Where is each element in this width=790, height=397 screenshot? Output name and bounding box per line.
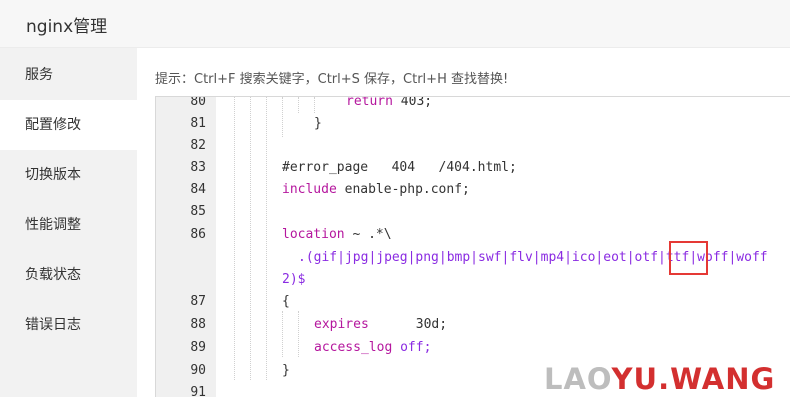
- code-line-80: return 403;: [346, 96, 433, 113]
- indent-guide: [234, 97, 235, 380]
- sidebar-item-service[interactable]: 服务: [0, 50, 137, 100]
- line-number: 88: [190, 317, 206, 332]
- sidebar-item-performance[interactable]: 性能调整: [0, 200, 137, 250]
- code-line-86-wrap-2: 2)$: [282, 272, 306, 287]
- line-number: 89: [190, 340, 206, 355]
- code-token: return: [346, 96, 393, 109]
- line-number: 80: [190, 96, 206, 109]
- code-token: expires: [314, 317, 369, 332]
- title-bar: nginx管理: [0, 0, 790, 48]
- sidebar-item-error-log[interactable]: 错误日志: [0, 300, 137, 350]
- window-title: nginx管理: [26, 17, 108, 37]
- watermark-part-b: YU.WANG: [611, 362, 776, 396]
- code-line-87: {: [282, 294, 290, 309]
- code-line-90: }: [282, 363, 290, 378]
- indent-guide: [298, 97, 299, 113]
- indent-guide: [282, 311, 283, 357]
- watermark: LAOYU.WANG: [544, 362, 775, 396]
- code-token: location: [282, 227, 345, 242]
- indent-guide: [250, 97, 251, 380]
- line-number: 81: [190, 116, 206, 131]
- code-line-84: include enable-php.conf;: [282, 179, 470, 201]
- sidebar: 服务 配置修改 切换版本 性能调整 负载状态 错误日志: [0, 48, 137, 397]
- code-line-86: location ~ .*\: [282, 224, 392, 246]
- indent-guide: [314, 97, 315, 113]
- line-number: 82: [190, 138, 206, 153]
- code-token: enable-php.conf;: [336, 182, 470, 197]
- sidebar-item-config[interactable]: 配置修改: [0, 100, 137, 150]
- line-number: 87: [190, 294, 206, 309]
- line-number: 90: [190, 363, 206, 378]
- code-line-81: }: [314, 116, 322, 131]
- code-token: access_log: [314, 340, 393, 355]
- code-line-88: expires 30d;: [314, 314, 447, 336]
- code-line-89: access_log off;: [314, 337, 431, 359]
- line-number: 83: [190, 160, 206, 175]
- code-token: include: [282, 182, 337, 197]
- code-line-83: #error_page 404 /404.html;: [282, 160, 517, 175]
- shortcut-hint: 提示：Ctrl+F 搜索关键字，Ctrl+S 保存，Ctrl+H 查找替换!: [155, 72, 509, 87]
- code-token: ~ .*\: [344, 227, 392, 242]
- sidebar-item-switch-version[interactable]: 切换版本: [0, 150, 137, 200]
- watermark-part-a: LAO: [544, 362, 612, 396]
- main-panel: 提示：Ctrl+F 搜索关键字，Ctrl+S 保存，Ctrl+H 查找替换! 8…: [137, 48, 790, 397]
- code-token: off;: [392, 340, 432, 355]
- code-token: .(gif|jpg|jpeg|png|bmp|swf|flv|mp4|ico|e…: [298, 250, 666, 265]
- line-number: 84: [190, 182, 206, 197]
- indent-guide: [266, 97, 267, 380]
- indent-guide: [298, 311, 299, 357]
- line-number: 86: [190, 227, 206, 242]
- sidebar-item-load-status[interactable]: 负载状态: [0, 250, 137, 300]
- code-editor[interactable]: 80 return 403; 81 } 82 83 #error_page 40…: [155, 96, 790, 397]
- code-token: 403;: [392, 96, 433, 109]
- highlight-box: [669, 241, 708, 275]
- line-number: 91: [190, 385, 206, 397]
- code-token: 30d;: [368, 317, 448, 332]
- indent-guide: [282, 97, 283, 137]
- line-number: 85: [190, 204, 206, 219]
